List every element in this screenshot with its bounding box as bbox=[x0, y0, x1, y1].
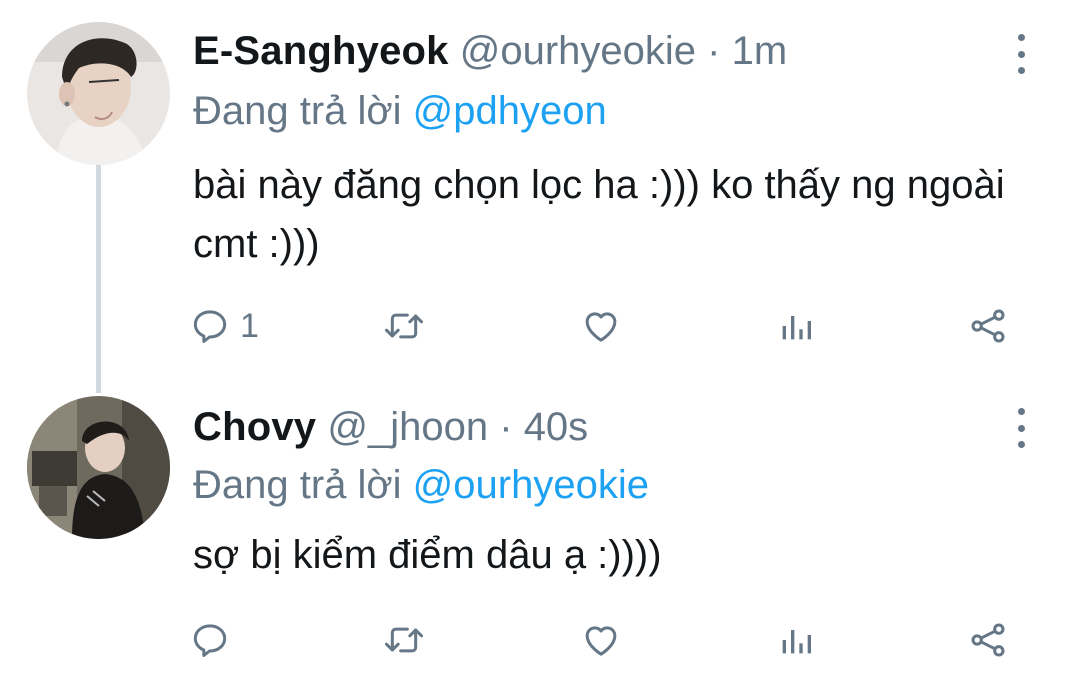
like-button[interactable] bbox=[580, 296, 622, 356]
retweet-icon bbox=[385, 313, 423, 339]
reply-count: 1 bbox=[240, 306, 259, 345]
tweet-actions: 1 bbox=[0, 296, 1080, 356]
tweet[interactable]: Chovy @_jhoon · 40s Đang trả lời @ourhye… bbox=[0, 372, 1080, 688]
handle[interactable]: @_jhoon bbox=[327, 405, 488, 449]
views-icon bbox=[782, 630, 811, 654]
timestamp[interactable]: 40s bbox=[524, 405, 589, 449]
share-icon bbox=[971, 309, 1005, 343]
more-options-icon[interactable] bbox=[1010, 408, 1032, 448]
share-button[interactable] bbox=[966, 610, 1010, 670]
timestamp[interactable]: 1m bbox=[732, 29, 788, 73]
retweet-button[interactable] bbox=[382, 296, 426, 356]
display-name[interactable]: Chovy bbox=[193, 405, 316, 449]
tweet-text: sợ bị kiểm điểm dâu ạ :)))) bbox=[193, 533, 662, 577]
replying-to-label: Đang trả lời bbox=[193, 89, 402, 133]
reply-icon bbox=[193, 624, 227, 657]
tweet[interactable]: E-Sanghyeok @ourhyeokie · 1m Đang trả lờ… bbox=[0, 0, 1080, 372]
tweet-actions bbox=[0, 610, 1080, 670]
share-button[interactable] bbox=[966, 296, 1010, 356]
views-icon bbox=[782, 316, 811, 340]
reply-mention-link[interactable]: @pdhyeon bbox=[413, 89, 607, 133]
meta-separator: · bbox=[707, 29, 721, 73]
meta-separator: · bbox=[499, 405, 513, 449]
share-icon bbox=[971, 623, 1005, 657]
replying-to: Đang trả lời @ourhyeokie bbox=[193, 460, 649, 510]
display-name[interactable]: E-Sanghyeok bbox=[193, 29, 449, 73]
like-icon bbox=[585, 626, 617, 656]
tweet-header: E-Sanghyeok @ourhyeokie · 1m bbox=[193, 26, 787, 76]
views-button[interactable] bbox=[776, 610, 816, 670]
reply-button[interactable] bbox=[190, 610, 240, 670]
retweet-icon bbox=[385, 627, 423, 653]
tweet-text: bài này đăng chọn lọc ha :))) ko thấy ng… bbox=[193, 163, 1005, 266]
views-button[interactable] bbox=[776, 296, 816, 356]
reply-button[interactable]: 1 bbox=[190, 296, 259, 356]
reply-mention-link[interactable]: @ourhyeokie bbox=[413, 463, 649, 507]
replying-to: Đang trả lời @pdhyeon bbox=[193, 86, 607, 136]
avatar[interactable] bbox=[27, 396, 170, 539]
handle[interactable]: @ourhyeokie bbox=[460, 29, 696, 73]
reply-icon bbox=[193, 310, 227, 343]
replying-to-label: Đang trả lời bbox=[193, 463, 402, 507]
like-button[interactable] bbox=[580, 610, 622, 670]
retweet-button[interactable] bbox=[382, 610, 426, 670]
like-icon bbox=[585, 312, 617, 342]
avatar[interactable] bbox=[27, 22, 170, 165]
tweet-header: Chovy @_jhoon · 40s bbox=[193, 402, 588, 452]
more-options-icon[interactable] bbox=[1010, 34, 1032, 74]
